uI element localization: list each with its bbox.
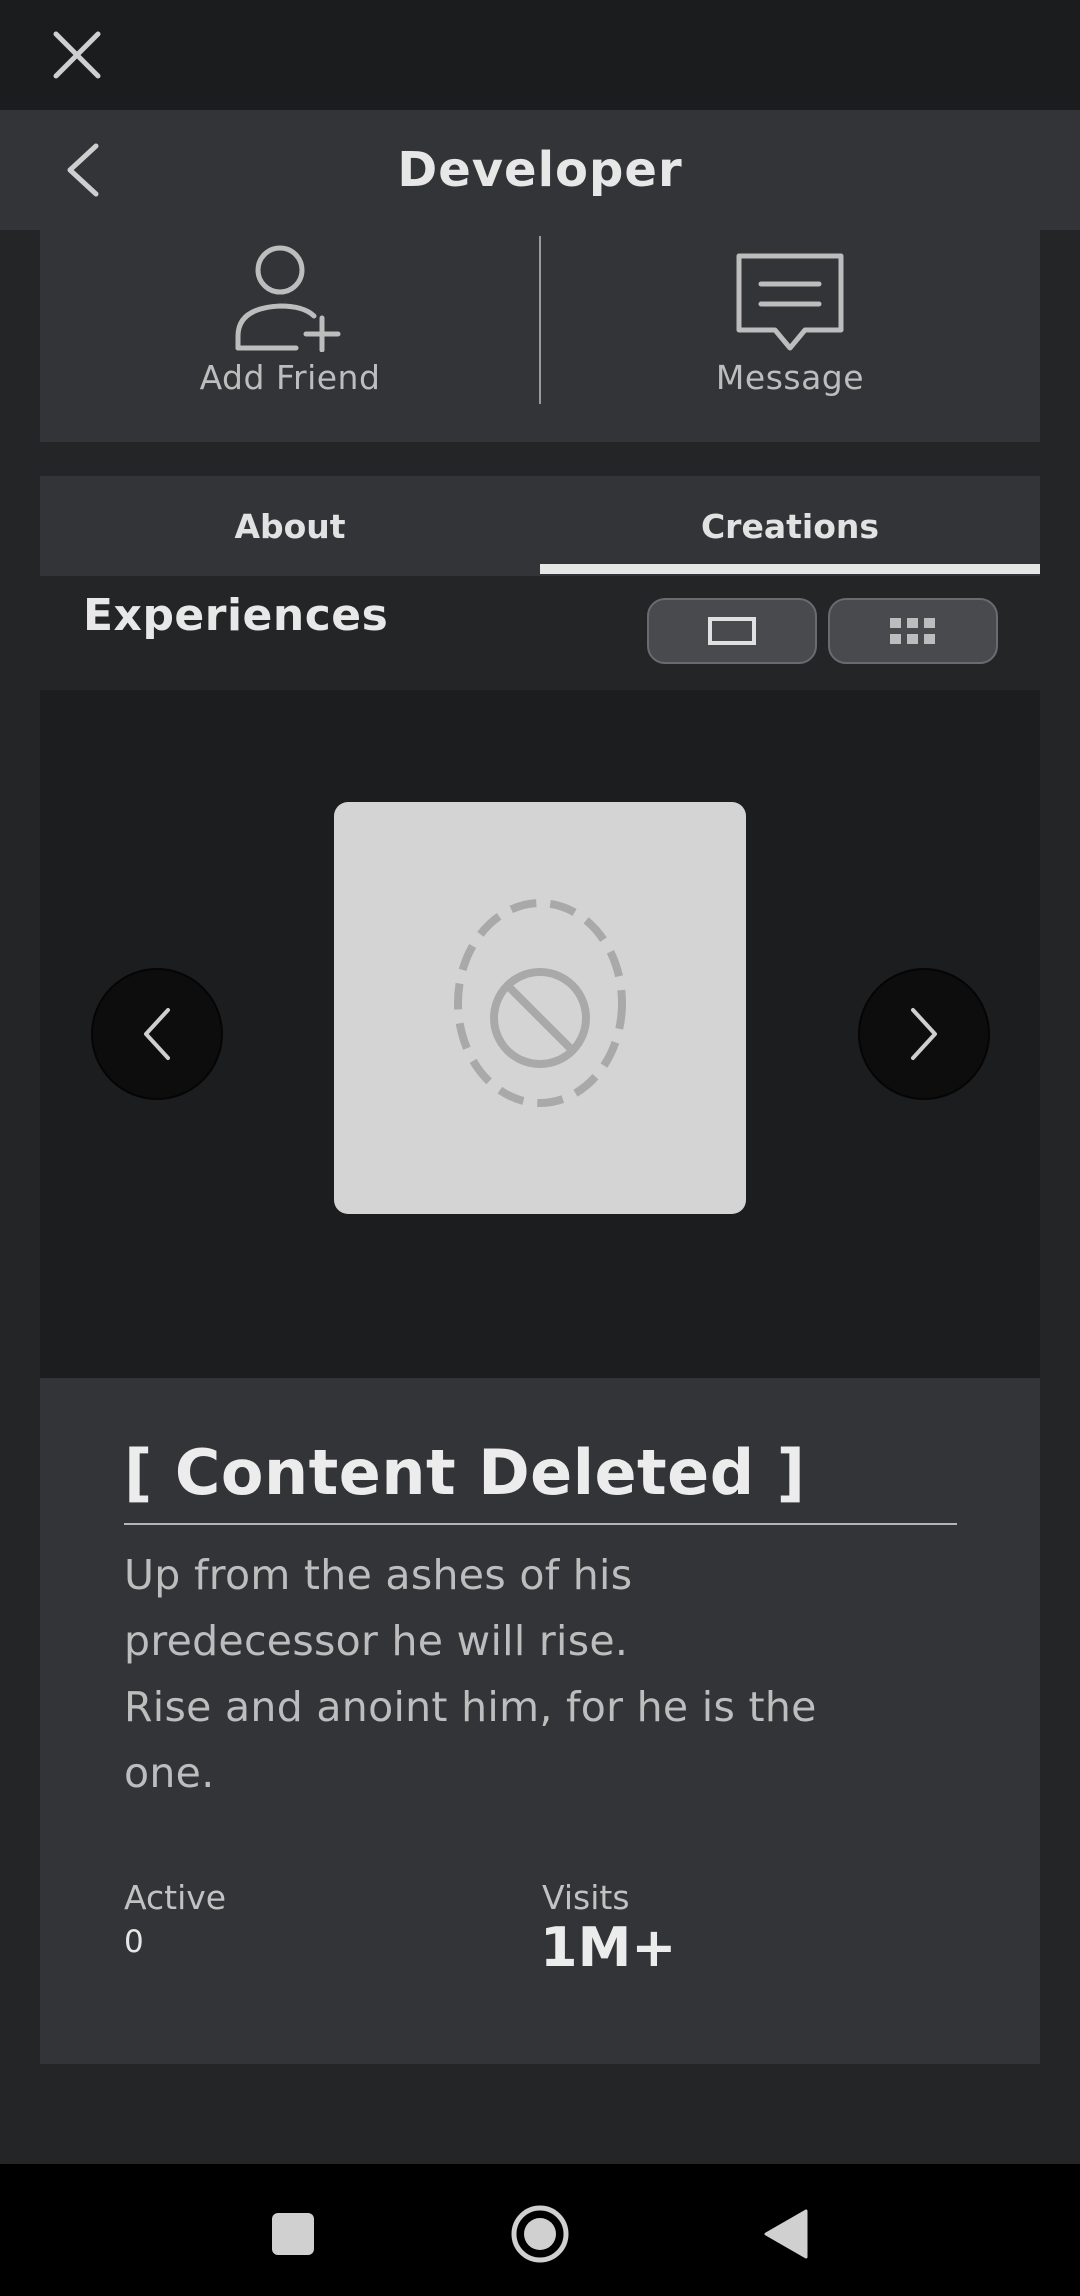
home-icon bbox=[511, 2205, 569, 2263]
experience-details: [ Content Deleted ] Up from the ashes of… bbox=[40, 1378, 1040, 2064]
home-button[interactable] bbox=[500, 2194, 580, 2274]
grid-view-icon bbox=[890, 618, 935, 644]
experience-description: Up from the ashes of his predecessor he … bbox=[124, 1551, 817, 1797]
top-bar bbox=[0, 0, 1080, 110]
recents-button[interactable] bbox=[253, 2194, 333, 2274]
experience-title[interactable]: [ Content Deleted ] bbox=[124, 1436, 806, 1509]
header: Developer bbox=[0, 110, 1080, 230]
message-button[interactable]: Message bbox=[540, 230, 1040, 442]
profile-actions: Add Friend Message bbox=[40, 230, 1040, 442]
close-button[interactable] bbox=[40, 18, 114, 92]
active-label: Active bbox=[124, 1878, 227, 1917]
active-value: 0 bbox=[124, 1924, 144, 1960]
single-view-icon bbox=[708, 617, 756, 645]
experience-carousel bbox=[40, 690, 1040, 1378]
grid-view-button[interactable] bbox=[828, 598, 998, 664]
tab-creations-label: Creations bbox=[700, 506, 880, 546]
tab-creations[interactable]: Creations bbox=[540, 476, 1040, 576]
title-divider bbox=[124, 1523, 957, 1525]
add-friend-button[interactable]: Add Friend bbox=[40, 230, 540, 442]
page-title: Developer bbox=[397, 142, 683, 198]
add-friend-icon bbox=[235, 245, 341, 352]
message-label: Message bbox=[715, 358, 865, 397]
carousel-next-button[interactable] bbox=[858, 968, 990, 1100]
section-title: Experiences bbox=[83, 590, 389, 641]
add-friend-label: Add Friend bbox=[199, 358, 381, 397]
chevron-left-icon bbox=[67, 143, 99, 197]
visits-value: 1M+ bbox=[540, 1916, 677, 1979]
tab-about-label: About bbox=[234, 506, 346, 546]
experience-thumbnail[interactable] bbox=[334, 802, 746, 1214]
active-tab-indicator bbox=[540, 564, 1040, 574]
chevron-left-icon bbox=[144, 1008, 170, 1060]
tab-about[interactable]: About bbox=[40, 476, 540, 576]
chevron-right-icon bbox=[911, 1008, 937, 1060]
close-icon bbox=[53, 31, 101, 79]
back-button[interactable] bbox=[44, 130, 124, 210]
back-nav-button[interactable] bbox=[746, 2194, 826, 2274]
message-icon bbox=[736, 253, 844, 351]
system-navigation-bar bbox=[0, 2164, 1080, 2296]
recents-icon bbox=[272, 2213, 314, 2255]
triangle-back-icon bbox=[764, 2209, 808, 2259]
carousel-prev-button[interactable] bbox=[91, 968, 223, 1100]
single-view-button[interactable] bbox=[647, 598, 817, 664]
profile-tabs: About Creations bbox=[40, 476, 1040, 576]
content-deleted-icon bbox=[454, 899, 626, 1107]
visits-label: Visits bbox=[542, 1878, 630, 1917]
